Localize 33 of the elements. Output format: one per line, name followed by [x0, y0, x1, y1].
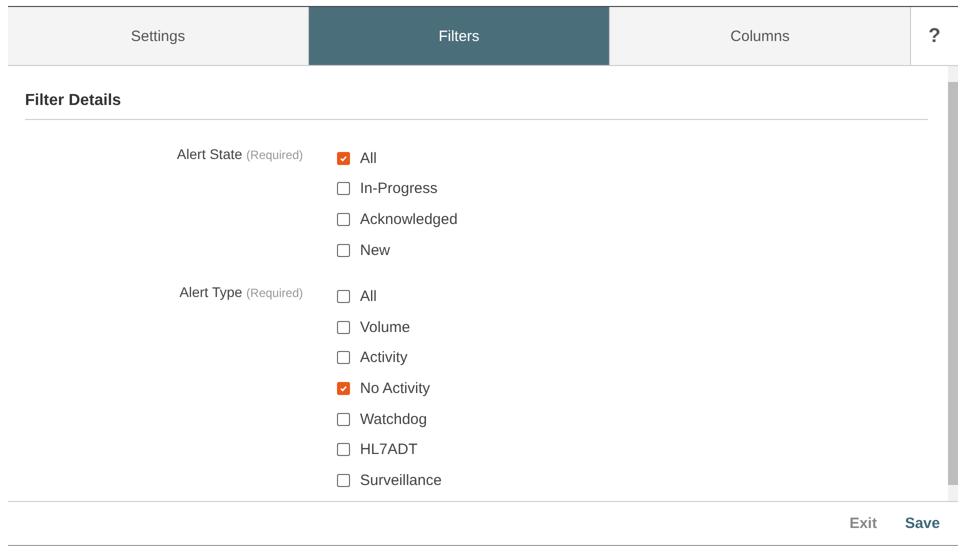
checkbox-label: New	[360, 242, 390, 259]
checkbox-label: All	[360, 150, 377, 167]
checkbox[interactable]	[337, 320, 350, 334]
checkbox[interactable]	[337, 182, 350, 196]
checkbox-label: HL7ADT	[360, 441, 418, 458]
checkbox[interactable]	[337, 244, 350, 257]
section-title: Filter Details	[25, 66, 928, 120]
checkbox[interactable]	[337, 412, 350, 426]
checkbox[interactable]	[337, 474, 350, 487]
checkbox-label: No Activity	[360, 380, 430, 397]
checkbox-label: Acknowledged	[360, 210, 458, 228]
field-label: Alert State	[176, 146, 242, 162]
checkbox-label: Surveillance	[360, 472, 442, 489]
checkbox-label: Activity	[360, 349, 408, 366]
tab[interactable]: Filters	[309, 7, 610, 65]
checkmark-icon	[339, 384, 348, 393]
checkbox[interactable]	[337, 382, 350, 395]
checkbox[interactable]	[337, 443, 350, 456]
footer-button[interactable]: Save	[894, 511, 950, 536]
required-note: (Required)	[246, 286, 303, 300]
checkbox-label: In-Progress	[360, 180, 438, 198]
checkbox[interactable]	[337, 212, 350, 226]
checkmark-icon	[339, 154, 348, 163]
checkbox-label: All	[360, 288, 377, 306]
required-note: (Required)	[246, 148, 303, 162]
checkbox[interactable]	[337, 290, 350, 304]
checkbox[interactable]	[337, 152, 350, 165]
field-label: Alert Type	[180, 284, 242, 300]
checkbox-label: Volume	[360, 318, 410, 336]
tab[interactable]: Settings	[8, 7, 309, 65]
checkbox-label: Watchdog	[360, 410, 427, 428]
checkbox[interactable]	[337, 351, 350, 364]
tab[interactable]: Columns	[610, 7, 911, 65]
